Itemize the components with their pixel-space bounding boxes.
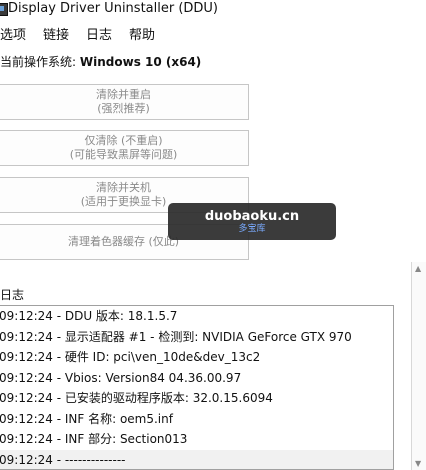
os-value: Windows 10 (x64) bbox=[79, 55, 202, 69]
clean-and-restart-sublabel: (强烈推荐) bbox=[97, 102, 150, 115]
watermark-overlay: duobaoku.cn 多宝库 bbox=[168, 203, 336, 240]
vertical-scrollbar[interactable]: ▲ ▼ bbox=[411, 262, 426, 470]
log-row: 09:12:24 - DDU 版本: 18.1.5.7 bbox=[0, 309, 178, 323]
os-info: 当前操作系统: Windows 10 (x64) bbox=[0, 53, 201, 70]
clean-only-label: 仅清除 (不重启) bbox=[84, 134, 163, 147]
log-section-label: 日志 bbox=[0, 288, 25, 302]
clean-only-sublabel: (可能导致黑屏等问题) bbox=[69, 148, 178, 161]
log-row: 09:12:24 - 硬件 ID: pci\ven_10de&dev_13c2 bbox=[0, 350, 261, 364]
log-row: 09:12:24 - 显示适配器 #1 - 检测到: NVIDIA GeForc… bbox=[0, 329, 352, 344]
menu-log[interactable]: 日志 bbox=[86, 24, 112, 43]
clean-shader-cache-label: 清理着色器缓存 (仅此) bbox=[67, 235, 180, 248]
menu-links[interactable]: 链接 bbox=[43, 24, 69, 43]
menu-help[interactable]: 帮助 bbox=[129, 24, 155, 43]
log-list[interactable]: 09:12:24 - DDU 版本: 18.1.5.7 09:12:24 - 显… bbox=[0, 305, 394, 470]
scroll-down-arrow-icon[interactable]: ▼ bbox=[415, 459, 421, 468]
clean-and-restart-label: 清除并重启 bbox=[96, 88, 151, 101]
log-row: 09:12:24 - 已安装的驱动程序版本: 32.0.15.6094 bbox=[0, 391, 273, 405]
scroll-up-arrow-icon[interactable]: ▲ bbox=[415, 264, 421, 273]
log-row: 09:12:24 - Vbios: Version84 04.36.00.97 bbox=[0, 370, 242, 385]
watermark-subtext: 多宝库 bbox=[238, 223, 266, 234]
window-title: Display Driver Uninstaller (DDU) bbox=[8, 1, 219, 16]
log-row: 09:12:24 - INF 名称: oem5.inf bbox=[0, 411, 173, 426]
title-bar: Display Driver Uninstaller (DDU) bbox=[0, 0, 426, 20]
log-row: 09:12:24 - INF 部分: Section013 bbox=[0, 432, 188, 446]
clean-and-shutdown-sublabel: (适用于更换显卡) bbox=[80, 195, 167, 208]
clean-only-button[interactable]: 仅清除 (不重启) (可能导致黑屏等问题) bbox=[0, 130, 249, 166]
clean-and-shutdown-label: 清除并关机 bbox=[96, 181, 151, 194]
os-label: 当前操作系统: bbox=[0, 55, 77, 69]
ddu-app-icon bbox=[0, 3, 8, 16]
watermark-text: duobaoku.cn bbox=[204, 208, 300, 224]
clean-and-restart-button[interactable]: 清除并重启 (强烈推荐) bbox=[0, 84, 249, 120]
menu-options[interactable]: 选项 bbox=[0, 24, 26, 43]
log-row: 09:12:24 - -------------- bbox=[0, 449, 393, 469]
menu-bar: 选项 链接 日志 帮助 bbox=[0, 24, 426, 44]
